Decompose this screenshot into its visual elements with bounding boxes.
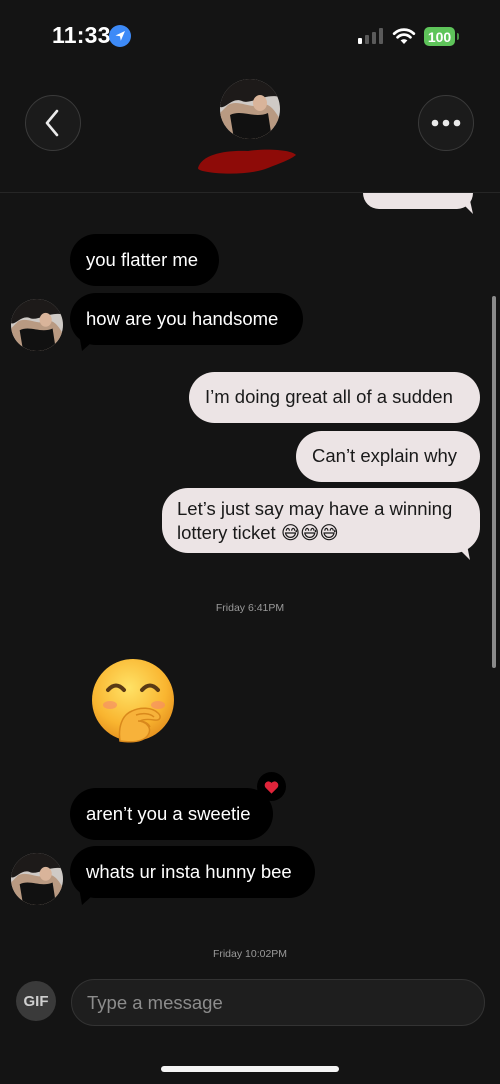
match-avatar[interactable]	[220, 79, 280, 139]
battery-indicator: 100	[424, 27, 455, 46]
timestamp: Friday 10:02PM	[212, 948, 288, 960]
incoming-message: how are you handsome	[70, 293, 303, 345]
outgoing-message: Can’t explain why	[296, 431, 480, 482]
status-time: 11:33	[52, 22, 111, 48]
back-button[interactable]	[25, 95, 81, 151]
hand-over-mouth-emoji	[92, 659, 174, 743]
bubble-tail	[79, 334, 101, 351]
bubble-tail	[455, 196, 473, 214]
more-options-button[interactable]	[418, 95, 474, 151]
gif-button[interactable]: GIF	[16, 981, 56, 1021]
wifi-icon	[392, 28, 416, 44]
name-redaction	[198, 149, 296, 174]
sender-avatar[interactable]	[11, 853, 63, 905]
incoming-message: whats ur insta hunny bee	[70, 846, 315, 898]
incoming-message: aren’t you a sweetie	[70, 788, 273, 840]
battery-tip	[457, 33, 459, 40]
location-arrow-icon	[109, 25, 131, 47]
timestamp: Friday 6:41PM	[215, 602, 285, 614]
bubble-tail	[450, 540, 470, 560]
signal-icon	[358, 28, 383, 44]
sender-avatar[interactable]	[11, 299, 63, 351]
status-bar: 11:33 100	[0, 0, 500, 74]
reaction-badge[interactable]	[257, 772, 286, 801]
chevron-left-icon	[45, 109, 59, 137]
heart-icon	[264, 780, 279, 794]
bubble-tail	[79, 888, 101, 905]
ellipsis-icon	[431, 119, 461, 127]
home-indicator	[161, 1066, 339, 1072]
outgoing-message: I’m doing great all of a sudden	[189, 372, 480, 423]
message-input[interactable]: Type a message	[71, 979, 485, 1026]
outgoing-message: Let’s just say may have a winning lotter…	[162, 488, 480, 553]
chat-header	[0, 74, 500, 193]
incoming-message: you flatter me	[70, 234, 219, 286]
